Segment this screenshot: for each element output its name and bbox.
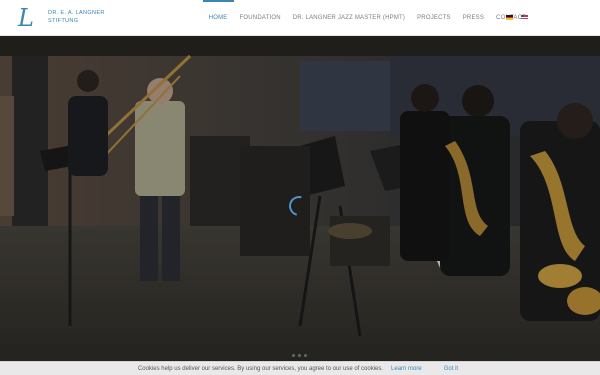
logo-line-1: DR. E. A. LANGNER <box>48 10 105 16</box>
de-flag-icon[interactable] <box>506 15 513 21</box>
language-switcher <box>506 15 528 21</box>
cookie-text: Cookies help us deliver our services. By… <box>137 365 384 372</box>
logo[interactable]: L DR. E. A. LANGNER STIFTUNG <box>18 5 108 31</box>
logo-line-2: STIFTUNG <box>48 18 79 24</box>
hero-slider[interactable] <box>0 36 600 361</box>
slider-dots <box>292 354 307 357</box>
slider-dot[interactable] <box>304 354 307 357</box>
nav-item-home[interactable]: HOME <box>202 0 234 36</box>
nav-item-projects[interactable]: PROJECTS <box>411 0 457 36</box>
slider-dot[interactable] <box>298 354 301 357</box>
nav-item-foundation[interactable]: FOUNDATION <box>234 0 287 36</box>
en-flag-icon[interactable] <box>521 15 528 20</box>
cookie-bar: Cookies help us deliver our services. By… <box>0 361 600 375</box>
cookie-accept-button[interactable]: Got it <box>440 366 462 372</box>
nav-item-jazz-master[interactable]: DR. LANGNER JAZZ MASTER (HPMT) <box>287 0 411 36</box>
slider-dot[interactable] <box>292 354 295 357</box>
site-header: L DR. E. A. LANGNER STIFTUNG HOME FOUNDA… <box>0 0 600 36</box>
logo-mark: L <box>18 4 34 32</box>
cookie-learn-more-link[interactable]: Learn more <box>391 366 422 372</box>
main-nav: HOME FOUNDATION DR. LANGNER JAZZ MASTER … <box>202 0 532 36</box>
nav-item-press[interactable]: PRESS <box>457 0 490 36</box>
